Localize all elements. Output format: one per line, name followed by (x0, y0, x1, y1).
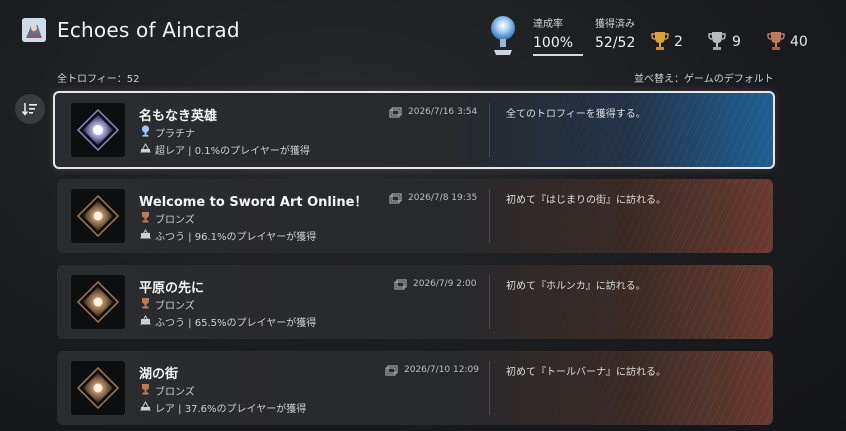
gold-trophy-icon (651, 32, 669, 50)
bronze-emblem-icon (76, 194, 120, 238)
gold-count: 2 (674, 34, 683, 50)
earned-label: 獲得済み (595, 19, 635, 30)
platinum-emblem-icon (76, 108, 120, 152)
earned-date-icon (389, 107, 402, 118)
trophy-date: 2026/7/16 3:54 (408, 107, 478, 117)
total-trophies-label: 全トロフィー：52 (57, 74, 140, 85)
row-divider (489, 275, 490, 329)
trophy-type: ブロンズ (155, 301, 195, 312)
trophy-row[interactable]: Welcome to Sword Art Online！ ブロンズ ふつう | … (57, 179, 773, 253)
earned-date-icon (389, 193, 402, 204)
trophy-type: ブロンズ (155, 387, 195, 398)
trophy-name: Welcome to Sword Art Online！ (139, 195, 368, 210)
sort-order-label[interactable]: 並べ替え：ゲームのデフォルト (634, 70, 774, 85)
trophy-type: プラチナ (155, 129, 195, 140)
rarity-icon (140, 143, 151, 153)
trophy-rarity: レア | 37.6%のプレイヤーが獲得 (155, 404, 307, 415)
trophy-image (71, 275, 125, 329)
game-title: Echoes of Aincrad (57, 18, 240, 42)
trophy-rarity: ふつう | 65.5%のプレイヤーが獲得 (155, 318, 317, 329)
platinum-trophy-icon (491, 16, 515, 55)
trophy-description: 初めて『トールバーナ』に訪れる。 (506, 367, 666, 378)
trophy-row[interactable]: 湖の街 ブロンズ レア | 37.6%のプレイヤーが獲得 2026/7/10 1… (57, 351, 773, 425)
sort-button[interactable] (15, 94, 45, 124)
completion-progress-bar (533, 54, 583, 56)
trophy-image (71, 361, 125, 415)
bronze-type-icon (142, 384, 149, 395)
trophy-name: 湖の街 (139, 367, 179, 382)
silver-trophy-icon (708, 32, 726, 50)
sort-icon (22, 103, 37, 116)
trophy-date: 2026/7/8 19:35 (408, 193, 478, 203)
trophy-rarity: 超レア | 0.1%のプレイヤーが獲得 (155, 146, 310, 157)
row-divider (489, 103, 490, 157)
trophy-name: 平原の先に (139, 281, 205, 296)
row-divider (489, 189, 490, 243)
completion-value: 100% (533, 35, 574, 51)
earned-date-icon (385, 365, 398, 376)
trophy-description: 全てのトロフィーを獲得する。 (506, 109, 646, 120)
earned-value: 52/52 (595, 35, 636, 51)
trophy-date: 2026/7/10 12:09 (404, 365, 479, 375)
trophy-image (71, 103, 125, 157)
silver-count: 9 (732, 34, 741, 50)
rarity-icon (140, 315, 151, 325)
trophy-type: ブロンズ (155, 215, 195, 226)
platinum-type-icon (141, 125, 150, 137)
trophy-name: 名もなき英雄 (139, 109, 218, 124)
trophy-row[interactable]: 平原の先に ブロンズ ふつう | 65.5%のプレイヤーが獲得 2026/7/9… (57, 265, 773, 339)
bronze-emblem-icon (76, 280, 120, 324)
bronze-emblem-icon (76, 366, 120, 410)
rarity-icon (140, 401, 151, 411)
trophy-date: 2026/7/9 2:00 (413, 279, 477, 289)
bronze-count: 40 (790, 34, 808, 50)
trophy-image (71, 189, 125, 243)
game-thumbnail (22, 18, 46, 42)
bronze-trophy-icon (767, 32, 785, 50)
trophy-description: 初めて『ホルンカ』に訪れる。 (506, 281, 646, 292)
trophy-rarity: ふつう | 96.1%のプレイヤーが獲得 (155, 232, 317, 243)
rarity-icon (140, 229, 151, 239)
completion-label: 達成率 (533, 19, 563, 30)
bronze-type-icon (142, 212, 149, 223)
row-divider (489, 361, 490, 415)
earned-date-icon (394, 279, 407, 290)
trophy-description: 初めて『はじまりの街』に訪れる。 (506, 195, 666, 206)
bronze-type-icon (142, 298, 149, 309)
header: Echoes of Aincrad 達成率 100% 獲得済み 52/52 2 … (0, 0, 846, 68)
trophy-row-selected[interactable]: 名もなき英雄 プラチナ 超レア | 0.1%のプレイヤーが獲得 2026/7/1… (53, 91, 775, 169)
